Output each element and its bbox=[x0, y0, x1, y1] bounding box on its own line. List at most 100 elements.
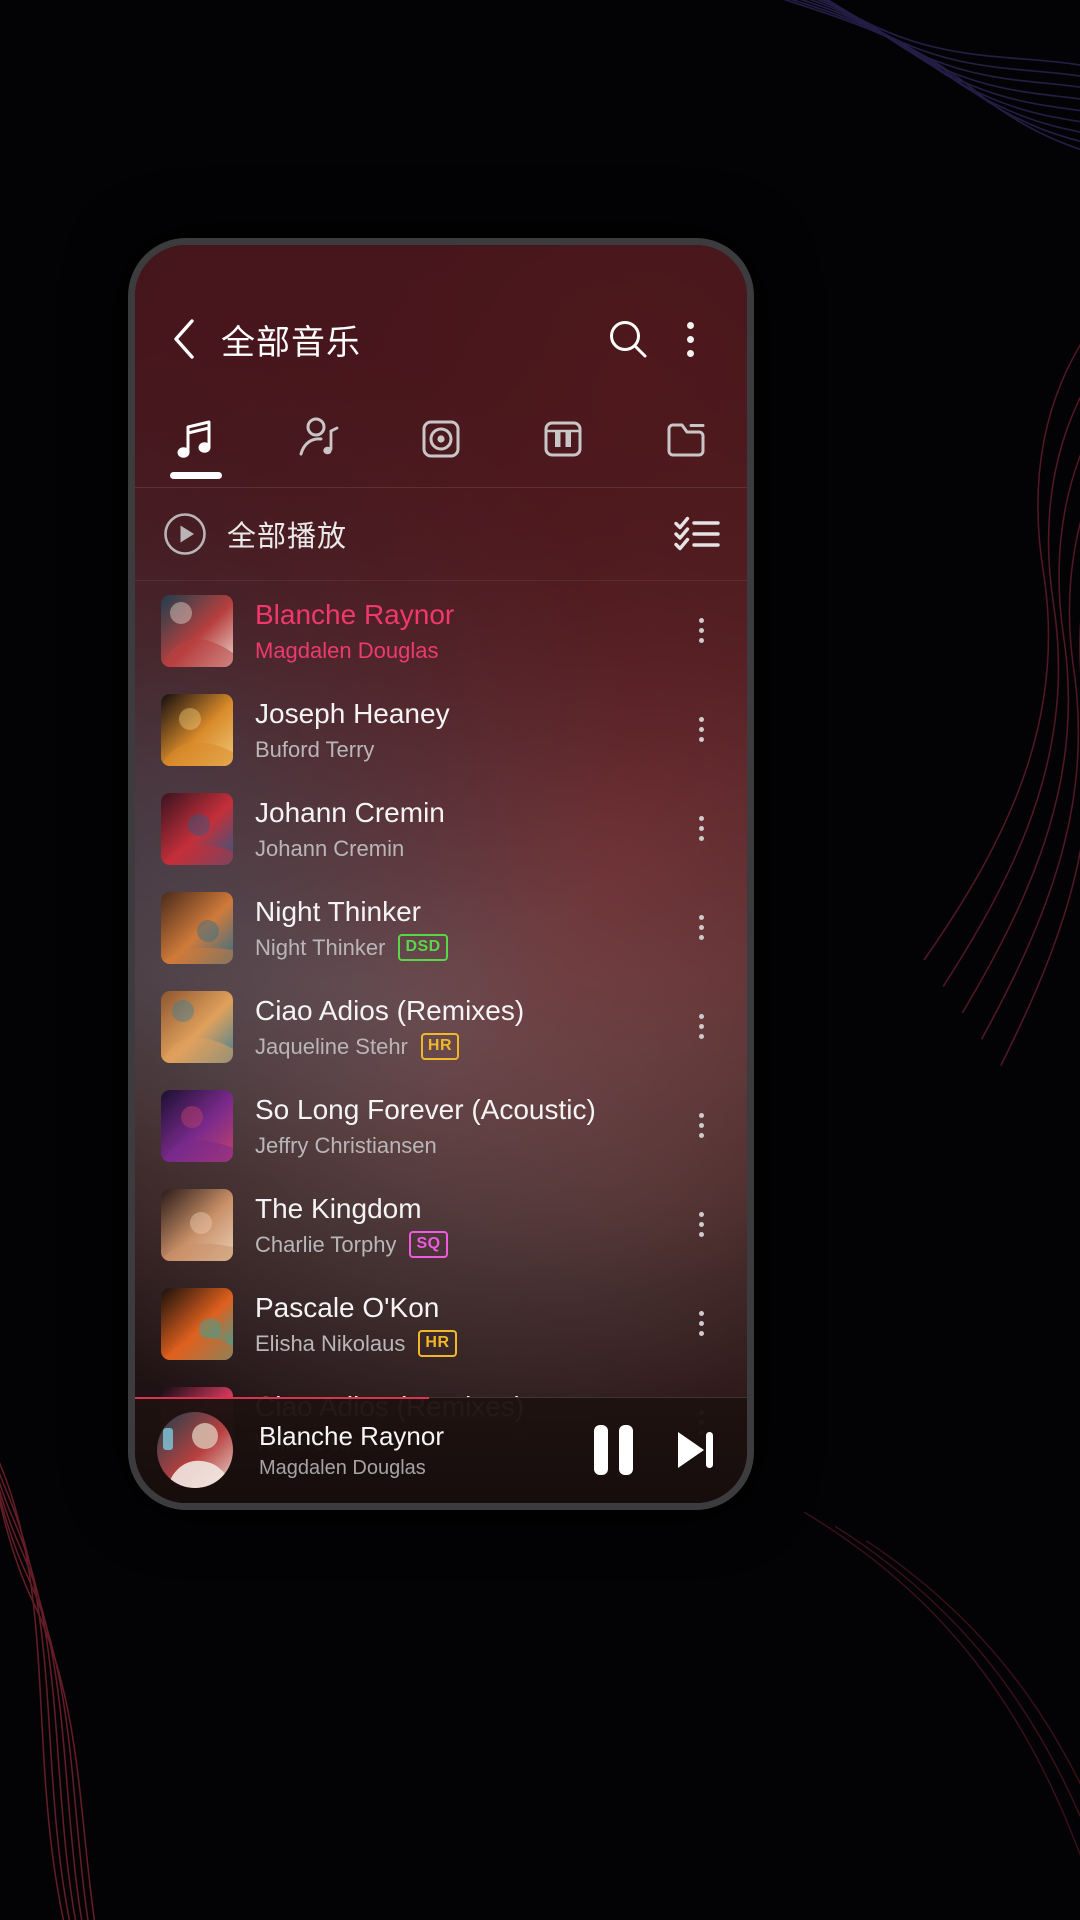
overflow-menu-icon bbox=[698, 1113, 704, 1138]
track-meta: So Long Forever (Acoustic) Jeffry Christi… bbox=[255, 1093, 673, 1159]
search-icon bbox=[610, 321, 647, 358]
multiselect-button[interactable] bbox=[673, 514, 721, 554]
track-row[interactable]: Night Thinker Night Thinker DSD bbox=[135, 878, 747, 977]
track-artwork bbox=[161, 693, 233, 766]
mini-player-title: Blanche Raynor bbox=[259, 1420, 444, 1451]
track-artwork bbox=[161, 990, 233, 1063]
track-title: Joseph Heaney bbox=[255, 697, 450, 729]
track-artwork bbox=[161, 594, 233, 667]
track-artist: Jeffry Christiansen bbox=[255, 1132, 437, 1158]
track-artwork bbox=[161, 1188, 233, 1261]
quality-badge: DSD bbox=[398, 933, 448, 961]
track-overflow-button[interactable] bbox=[673, 695, 729, 765]
track-subtitle-row: Johann Cremin bbox=[255, 835, 673, 862]
track-subtitle-row: Jaqueline Stehr HR bbox=[255, 1032, 673, 1060]
quality-badge: SQ bbox=[409, 1230, 448, 1258]
folder-icon bbox=[667, 423, 705, 457]
pause-button[interactable] bbox=[594, 1425, 633, 1475]
overflow-menu-icon bbox=[686, 321, 694, 357]
track-meta: Joseph Heaney Buford Terry bbox=[255, 697, 673, 763]
music-note-icon bbox=[177, 420, 211, 458]
track-subtitle-row: Buford Terry bbox=[255, 736, 673, 763]
tab-folders[interactable] bbox=[625, 391, 747, 487]
artist-icon bbox=[299, 417, 339, 456]
mini-player-controls bbox=[594, 1423, 721, 1477]
track-row[interactable]: Joseph Heaney Buford Terry bbox=[135, 680, 747, 779]
play-all-label: 全部播放 bbox=[227, 521, 348, 553]
overflow-menu-icon bbox=[698, 816, 704, 841]
track-overflow-button[interactable] bbox=[673, 794, 729, 864]
track-row[interactable]: The Kingdom Charlie Torphy SQ bbox=[135, 1175, 747, 1274]
play-all-button[interactable]: 全部播放 bbox=[163, 512, 347, 556]
artwork-thumbnail bbox=[161, 891, 233, 964]
mini-player-artist: Magdalen Douglas bbox=[259, 1456, 426, 1479]
tab-songs[interactable] bbox=[135, 391, 257, 487]
piano-keys-icon bbox=[544, 421, 582, 457]
progress-bar[interactable] bbox=[135, 1397, 429, 1399]
track-row[interactable]: Johann Cremin Johann Cremin bbox=[135, 779, 747, 878]
track-overflow-button[interactable] bbox=[673, 1190, 729, 1260]
track-artwork bbox=[161, 792, 233, 865]
track-list: Blanche Raynor Magdalen Douglas Joseph Hea… bbox=[135, 581, 747, 1472]
artwork-thumbnail bbox=[161, 693, 233, 766]
search-button[interactable] bbox=[597, 308, 659, 370]
track-overflow-button[interactable] bbox=[673, 893, 729, 963]
quality-badge: HR bbox=[420, 1032, 459, 1060]
overflow-menu-icon bbox=[698, 1212, 704, 1237]
checklist-icon bbox=[674, 516, 720, 551]
track-subtitle-row: Night Thinker DSD bbox=[255, 933, 673, 961]
track-meta: Ciao Adios (Remixes) Jaqueline Stehr HR bbox=[255, 994, 673, 1060]
track-artist: Elisha Nikolaus bbox=[255, 1330, 406, 1356]
mini-player[interactable]: Blanche Raynor Magdalen Douglas bbox=[135, 1397, 747, 1503]
track-row[interactable]: Ciao Adios (Remixes) Jaqueline Stehr HR bbox=[135, 977, 747, 1076]
app-bar: 全部音乐 bbox=[135, 287, 747, 391]
tab-artists[interactable] bbox=[257, 391, 379, 487]
category-tab-bar bbox=[135, 391, 747, 487]
track-artist: Jaqueline Stehr bbox=[255, 1033, 408, 1059]
artwork-thumbnail bbox=[157, 1412, 233, 1488]
quality-badge: HR bbox=[418, 1329, 457, 1357]
track-subtitle-row: Jeffry Christiansen bbox=[255, 1132, 673, 1159]
track-artist: Buford Terry bbox=[255, 736, 375, 762]
track-row[interactable]: Blanche Raynor Magdalen Douglas bbox=[135, 581, 747, 680]
track-meta: The Kingdom Charlie Torphy SQ bbox=[255, 1192, 673, 1258]
overflow-menu-icon bbox=[698, 717, 704, 742]
next-track-icon bbox=[678, 1432, 713, 1468]
track-meta: Night Thinker Night Thinker DSD bbox=[255, 895, 673, 961]
artwork-thumbnail bbox=[161, 1287, 233, 1360]
chevron-left-icon bbox=[174, 319, 194, 359]
track-artist: Night Thinker bbox=[255, 934, 386, 960]
track-subtitle-row: Charlie Torphy SQ bbox=[255, 1230, 673, 1258]
track-overflow-button[interactable] bbox=[673, 1289, 729, 1359]
artwork-thumbnail bbox=[161, 1089, 233, 1162]
overflow-menu-icon bbox=[698, 1014, 704, 1039]
overflow-menu-button[interactable] bbox=[659, 308, 721, 370]
track-title: So Long Forever (Acoustic) bbox=[255, 1093, 596, 1125]
play-all-bar: 全部播放 bbox=[135, 488, 747, 580]
album-disc-icon bbox=[422, 420, 460, 458]
track-overflow-button[interactable] bbox=[673, 596, 729, 666]
track-row[interactable]: Pascale O'Kon Elisha Nikolaus HR bbox=[135, 1274, 747, 1373]
track-artwork bbox=[161, 891, 233, 964]
track-subtitle-row: Elisha Nikolaus HR bbox=[255, 1329, 673, 1357]
mini-player-artwork[interactable] bbox=[157, 1412, 233, 1488]
tab-albums[interactable] bbox=[380, 391, 502, 487]
artwork-thumbnail bbox=[161, 990, 233, 1063]
track-title: Night Thinker bbox=[255, 895, 422, 927]
overflow-menu-icon bbox=[698, 1311, 704, 1336]
pause-icon bbox=[594, 1425, 633, 1475]
artwork-thumbnail bbox=[161, 792, 233, 865]
track-artwork bbox=[161, 1287, 233, 1360]
track-title: Johann Cremin bbox=[255, 796, 445, 828]
page-title: 全部音乐 bbox=[221, 323, 361, 362]
back-button[interactable] bbox=[161, 316, 207, 362]
play-circle-icon bbox=[164, 513, 206, 555]
track-meta: Johann Cremin Johann Cremin bbox=[255, 796, 673, 862]
track-artist: Charlie Torphy bbox=[255, 1231, 397, 1257]
track-row[interactable]: So Long Forever (Acoustic) Jeffry Christi… bbox=[135, 1076, 747, 1175]
track-overflow-button[interactable] bbox=[673, 992, 729, 1062]
tab-genres[interactable] bbox=[502, 391, 624, 487]
next-track-button[interactable] bbox=[667, 1423, 721, 1477]
track-overflow-button[interactable] bbox=[673, 1091, 729, 1161]
track-title: Ciao Adios (Remixes) bbox=[255, 994, 525, 1026]
